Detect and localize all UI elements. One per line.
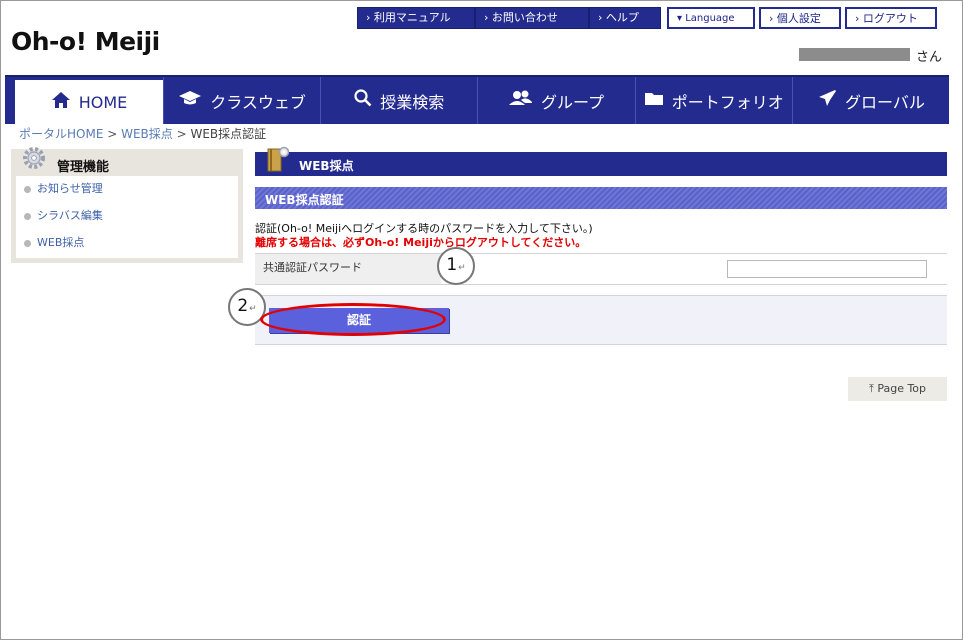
breadcrumb: ポータルHOME > WEB採点 > WEB採点認証: [19, 125, 266, 142]
sidebar-item-label: シラバス編集: [37, 209, 103, 222]
language-select[interactable]: ▾ Language: [667, 7, 755, 29]
search-icon: [354, 89, 372, 112]
top-links: › 利用マニュアル › お問い合わせ › ヘルプ ▾ Language › 個人…: [357, 7, 937, 29]
sidebar-item-news[interactable]: お知らせ管理: [16, 176, 238, 203]
page-top-button[interactable]: ⤒ Page Top: [848, 377, 947, 401]
nav-global-label: グローバル: [844, 92, 925, 112]
return-mark: ↵: [458, 263, 466, 273]
breadcrumb-current: WEB採点認証: [190, 127, 267, 141]
password-input[interactable]: [727, 260, 927, 278]
nav-search-label: 授業検索: [380, 92, 445, 112]
sidebar-item-web-grading[interactable]: WEB採点: [16, 230, 238, 257]
section-header: WEB採点認証: [255, 187, 947, 209]
main-nav: HOME クラスウェブ 授業検索 グループ ポートフォリオ グローバル: [5, 75, 949, 124]
nav-classweb-label: クラスウェブ: [210, 92, 306, 112]
book-icon: [267, 146, 290, 172]
nav-home[interactable]: HOME: [15, 80, 163, 124]
callout-1-number: 1: [446, 255, 458, 275]
breadcrumb-sep: >: [103, 127, 122, 141]
folder-icon: [644, 91, 664, 111]
password-label: 共通認証パスワード: [255, 254, 441, 284]
bullet-icon: [24, 239, 31, 247]
airplane-icon: [817, 89, 837, 112]
logout-link[interactable]: › ログアウト: [845, 7, 937, 29]
contact-link[interactable]: › お問い合わせ: [475, 7, 589, 29]
honorific-suffix: さん: [916, 50, 943, 65]
highlight-ellipse: [260, 303, 446, 336]
nav-portfolio-label: ポートフォリオ: [671, 92, 784, 112]
bullet-icon: [24, 185, 31, 193]
page-frame: › 利用マニュアル › お問い合わせ › ヘルプ ▾ Language › 個人…: [0, 0, 963, 640]
sidebar-list: お知らせ管理 シラバス編集 WEB採点: [16, 176, 238, 258]
password-row: 共通認証パスワード: [255, 253, 947, 285]
callout-2-number: 2: [237, 296, 249, 316]
gear-icon: [21, 145, 47, 171]
sidebar-item-syllabus[interactable]: シラバス編集: [16, 203, 238, 230]
callout-1: 1↵: [437, 247, 475, 285]
sidebar-title: 管理機能: [57, 160, 110, 175]
page-title: WEB採点: [299, 159, 354, 173]
nav-search[interactable]: 授業検索: [320, 77, 477, 124]
return-mark: ↵: [249, 304, 257, 314]
manual-link[interactable]: › 利用マニュアル: [357, 7, 475, 29]
sidebar-item-label: お知らせ管理: [37, 182, 103, 195]
section-title: WEB採点認証: [265, 193, 344, 207]
profile-link[interactable]: › 個人設定: [759, 7, 841, 29]
sidebar-header: 管理機能: [11, 147, 243, 175]
breadcrumb-home[interactable]: ポータルHOME: [19, 127, 103, 141]
nav-portfolio[interactable]: ポートフォリオ: [634, 77, 792, 124]
users-icon: [508, 90, 533, 111]
home-icon: [51, 91, 71, 114]
bullet-icon: [24, 212, 31, 220]
nav-home-label: HOME: [78, 92, 128, 112]
site-logo[interactable]: Oh-o! Meiji: [11, 27, 160, 56]
warning-text: 離席する場合は、必ずOh-o! Meijiからログアウトしてください。: [255, 236, 587, 249]
help-link[interactable]: › ヘルプ: [589, 7, 661, 29]
page-title-bar: WEB採点: [255, 146, 947, 176]
nav-global[interactable]: グローバル: [791, 77, 949, 124]
sidebar-item-label: WEB採点: [37, 236, 85, 249]
breadcrumb-web[interactable]: WEB採点: [121, 127, 173, 141]
nav-group[interactable]: グループ: [477, 77, 634, 124]
nav-classweb[interactable]: クラスウェブ: [163, 77, 320, 124]
sidebar: 管理機能 お知らせ管理 シラバス編集 WEB採点: [11, 147, 243, 263]
graduation-cap-icon: [178, 90, 202, 111]
breadcrumb-sep: >: [172, 127, 191, 141]
nav-group-label: グループ: [540, 92, 605, 112]
username-redacted: [799, 48, 910, 61]
